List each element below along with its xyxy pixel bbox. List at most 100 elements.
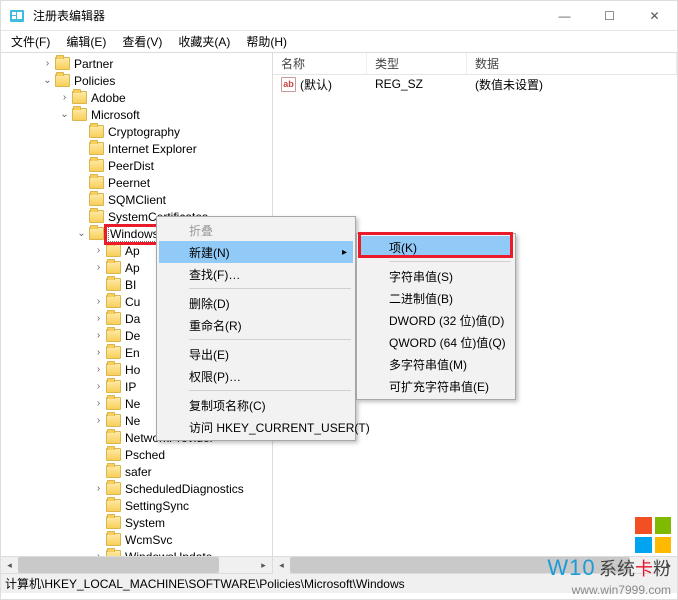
menu-item-export[interactable]: 导出(E) bbox=[159, 343, 353, 365]
menu-item-new[interactable]: 新建(N) ▸ bbox=[159, 241, 353, 263]
tree-node[interactable]: Psched bbox=[1, 446, 272, 463]
tree-node-label: Cu bbox=[125, 295, 140, 309]
menu-item-new-key[interactable]: 项(K) bbox=[359, 236, 513, 258]
expand-icon[interactable]: › bbox=[93, 347, 104, 358]
list-header[interactable]: 名称 类型 数据 bbox=[273, 53, 677, 75]
tree-node[interactable]: Peernet bbox=[1, 174, 272, 191]
scroll-left-button[interactable]: ◂ bbox=[1, 557, 18, 574]
expand-icon[interactable]: › bbox=[42, 58, 53, 69]
collapse-icon[interactable]: ⌄ bbox=[42, 75, 53, 86]
tree-node[interactable]: PeerDist bbox=[1, 157, 272, 174]
tree-node[interactable]: › Adobe bbox=[1, 89, 272, 106]
expand-icon[interactable]: › bbox=[93, 245, 104, 256]
menu-separator bbox=[389, 261, 511, 262]
tree-node[interactable]: › Partner bbox=[1, 55, 272, 72]
menu-edit[interactable]: 编辑(E) bbox=[62, 31, 110, 52]
collapse-icon[interactable]: ⌄ bbox=[59, 109, 70, 120]
menu-item-copykeyname[interactable]: 复制项名称(C) bbox=[159, 394, 353, 416]
scroll-left-button[interactable]: ◂ bbox=[273, 557, 290, 574]
folder-icon bbox=[55, 57, 70, 70]
tree-node[interactable]: Cryptography bbox=[1, 123, 272, 140]
tree-node[interactable]: ⌄Policies bbox=[1, 72, 272, 89]
tree-node-label: Partner bbox=[74, 57, 113, 71]
menu-item-new-dword32[interactable]: DWORD (32 位)值(D) bbox=[359, 309, 513, 331]
scroll-right-button[interactable]: ▸ bbox=[660, 557, 677, 574]
folder-icon bbox=[106, 448, 121, 461]
expand-icon[interactable]: › bbox=[93, 364, 104, 375]
tree-node-label: Cryptography bbox=[108, 125, 180, 139]
menu-separator bbox=[189, 390, 351, 391]
menu-item-new-binary[interactable]: 二进制值(B) bbox=[359, 287, 513, 309]
tree-node-label: Adobe bbox=[91, 91, 126, 105]
list-row[interactable]: ab (默认) REG_SZ (数值未设置) bbox=[273, 75, 677, 93]
menu-item-rename[interactable]: 重命名(R) bbox=[159, 314, 353, 336]
folder-icon bbox=[89, 142, 104, 155]
scroll-thumb[interactable] bbox=[290, 557, 630, 573]
expand-icon[interactable]: › bbox=[93, 296, 104, 307]
value-type: REG_SZ bbox=[367, 77, 467, 91]
expand-icon[interactable]: › bbox=[93, 313, 104, 324]
tree-node[interactable]: ⌄Microsoft bbox=[1, 106, 272, 123]
tree-node[interactable]: ›ScheduledDiagnostics bbox=[1, 480, 272, 497]
expand-icon[interactable]: › bbox=[93, 415, 104, 426]
tree-node[interactable]: System bbox=[1, 514, 272, 531]
folder-icon bbox=[106, 397, 121, 410]
menu-item-new-expandstring[interactable]: 可扩充字符串值(E) bbox=[359, 375, 513, 397]
tree-node-label: SettingSync bbox=[125, 499, 189, 513]
expand-icon[interactable]: › bbox=[93, 262, 104, 273]
col-header-name[interactable]: 名称 bbox=[273, 53, 367, 74]
tree-node[interactable]: SQMClient bbox=[1, 191, 272, 208]
scroll-track[interactable] bbox=[18, 557, 255, 573]
tree-node-label: En bbox=[125, 346, 140, 360]
menu-item-new-string[interactable]: 字符串值(S) bbox=[359, 265, 513, 287]
tree-node[interactable]: safer bbox=[1, 463, 272, 480]
maximize-button[interactable]: ☐ bbox=[587, 1, 632, 31]
menu-separator bbox=[189, 288, 351, 289]
expand-icon[interactable]: › bbox=[93, 330, 104, 341]
context-menu-key: 折叠 新建(N) ▸ 查找(F)… 删除(D) 重命名(R) 导出(E) 权限(… bbox=[156, 216, 356, 441]
menu-help[interactable]: 帮助(H) bbox=[242, 31, 291, 52]
menu-favorites[interactable]: 收藏夹(A) bbox=[174, 31, 234, 52]
title-bar: 注册表编辑器 — ☐ ✕ bbox=[1, 1, 677, 31]
menu-item-permissions[interactable]: 权限(P)… bbox=[159, 365, 353, 387]
expand-icon[interactable]: › bbox=[93, 398, 104, 409]
menu-item-delete[interactable]: 删除(D) bbox=[159, 292, 353, 314]
tree-node-label: Peernet bbox=[108, 176, 150, 190]
scroll-thumb[interactable] bbox=[18, 557, 219, 573]
tree-node-label: Ap bbox=[125, 244, 140, 258]
tree-node[interactable]: Internet Explorer bbox=[1, 140, 272, 157]
status-bar: 计算机\HKEY_LOCAL_MACHINE\SOFTWARE\Policies… bbox=[1, 573, 677, 593]
close-button[interactable]: ✕ bbox=[632, 1, 677, 31]
collapse-icon[interactable]: ⌄ bbox=[76, 228, 87, 239]
tree-node-label: BI bbox=[125, 278, 136, 292]
expand-icon[interactable]: › bbox=[93, 483, 104, 494]
menu-item-find[interactable]: 查找(F)… bbox=[159, 263, 353, 285]
folder-icon bbox=[106, 329, 121, 342]
col-header-data[interactable]: 数据 bbox=[467, 53, 677, 74]
menu-item-new-multistring[interactable]: 多字符串值(M) bbox=[359, 353, 513, 375]
folder-icon bbox=[106, 465, 121, 478]
scroll-track[interactable] bbox=[290, 557, 660, 573]
scroll-right-button[interactable]: ▸ bbox=[255, 557, 272, 574]
tree-h-scrollbar[interactable]: ◂ ▸ bbox=[1, 556, 272, 573]
menu-item-collapse[interactable]: 折叠 bbox=[159, 219, 353, 241]
menu-item-new-qword64[interactable]: QWORD (64 位)值(Q) bbox=[359, 331, 513, 353]
status-path: 计算机\HKEY_LOCAL_MACHINE\SOFTWARE\Policies… bbox=[5, 575, 405, 592]
menu-file[interactable]: 文件(F) bbox=[7, 31, 54, 52]
expand-icon[interactable]: › bbox=[93, 381, 104, 392]
col-header-type[interactable]: 类型 bbox=[367, 53, 467, 74]
folder-icon bbox=[89, 227, 104, 240]
menu-view[interactable]: 查看(V) bbox=[118, 31, 166, 52]
context-menu-new: 项(K) 字符串值(S) 二进制值(B) DWORD (32 位)值(D) QW… bbox=[356, 233, 516, 400]
value-name: (默认) bbox=[300, 76, 332, 93]
tree-node[interactable]: SettingSync bbox=[1, 497, 272, 514]
folder-icon bbox=[89, 210, 104, 223]
window-title: 注册表编辑器 bbox=[33, 7, 105, 24]
tree-node[interactable]: WcmSvc bbox=[1, 531, 272, 548]
tree-node-label: Ne bbox=[125, 397, 140, 411]
list-h-scrollbar[interactable]: ◂ ▸ bbox=[273, 556, 677, 573]
menu-item-goto-hkcu[interactable]: 访问 HKEY_CURRENT_USER(T) bbox=[159, 416, 353, 438]
folder-icon bbox=[106, 516, 121, 529]
minimize-button[interactable]: — bbox=[542, 1, 587, 31]
expand-icon[interactable]: › bbox=[59, 92, 70, 103]
